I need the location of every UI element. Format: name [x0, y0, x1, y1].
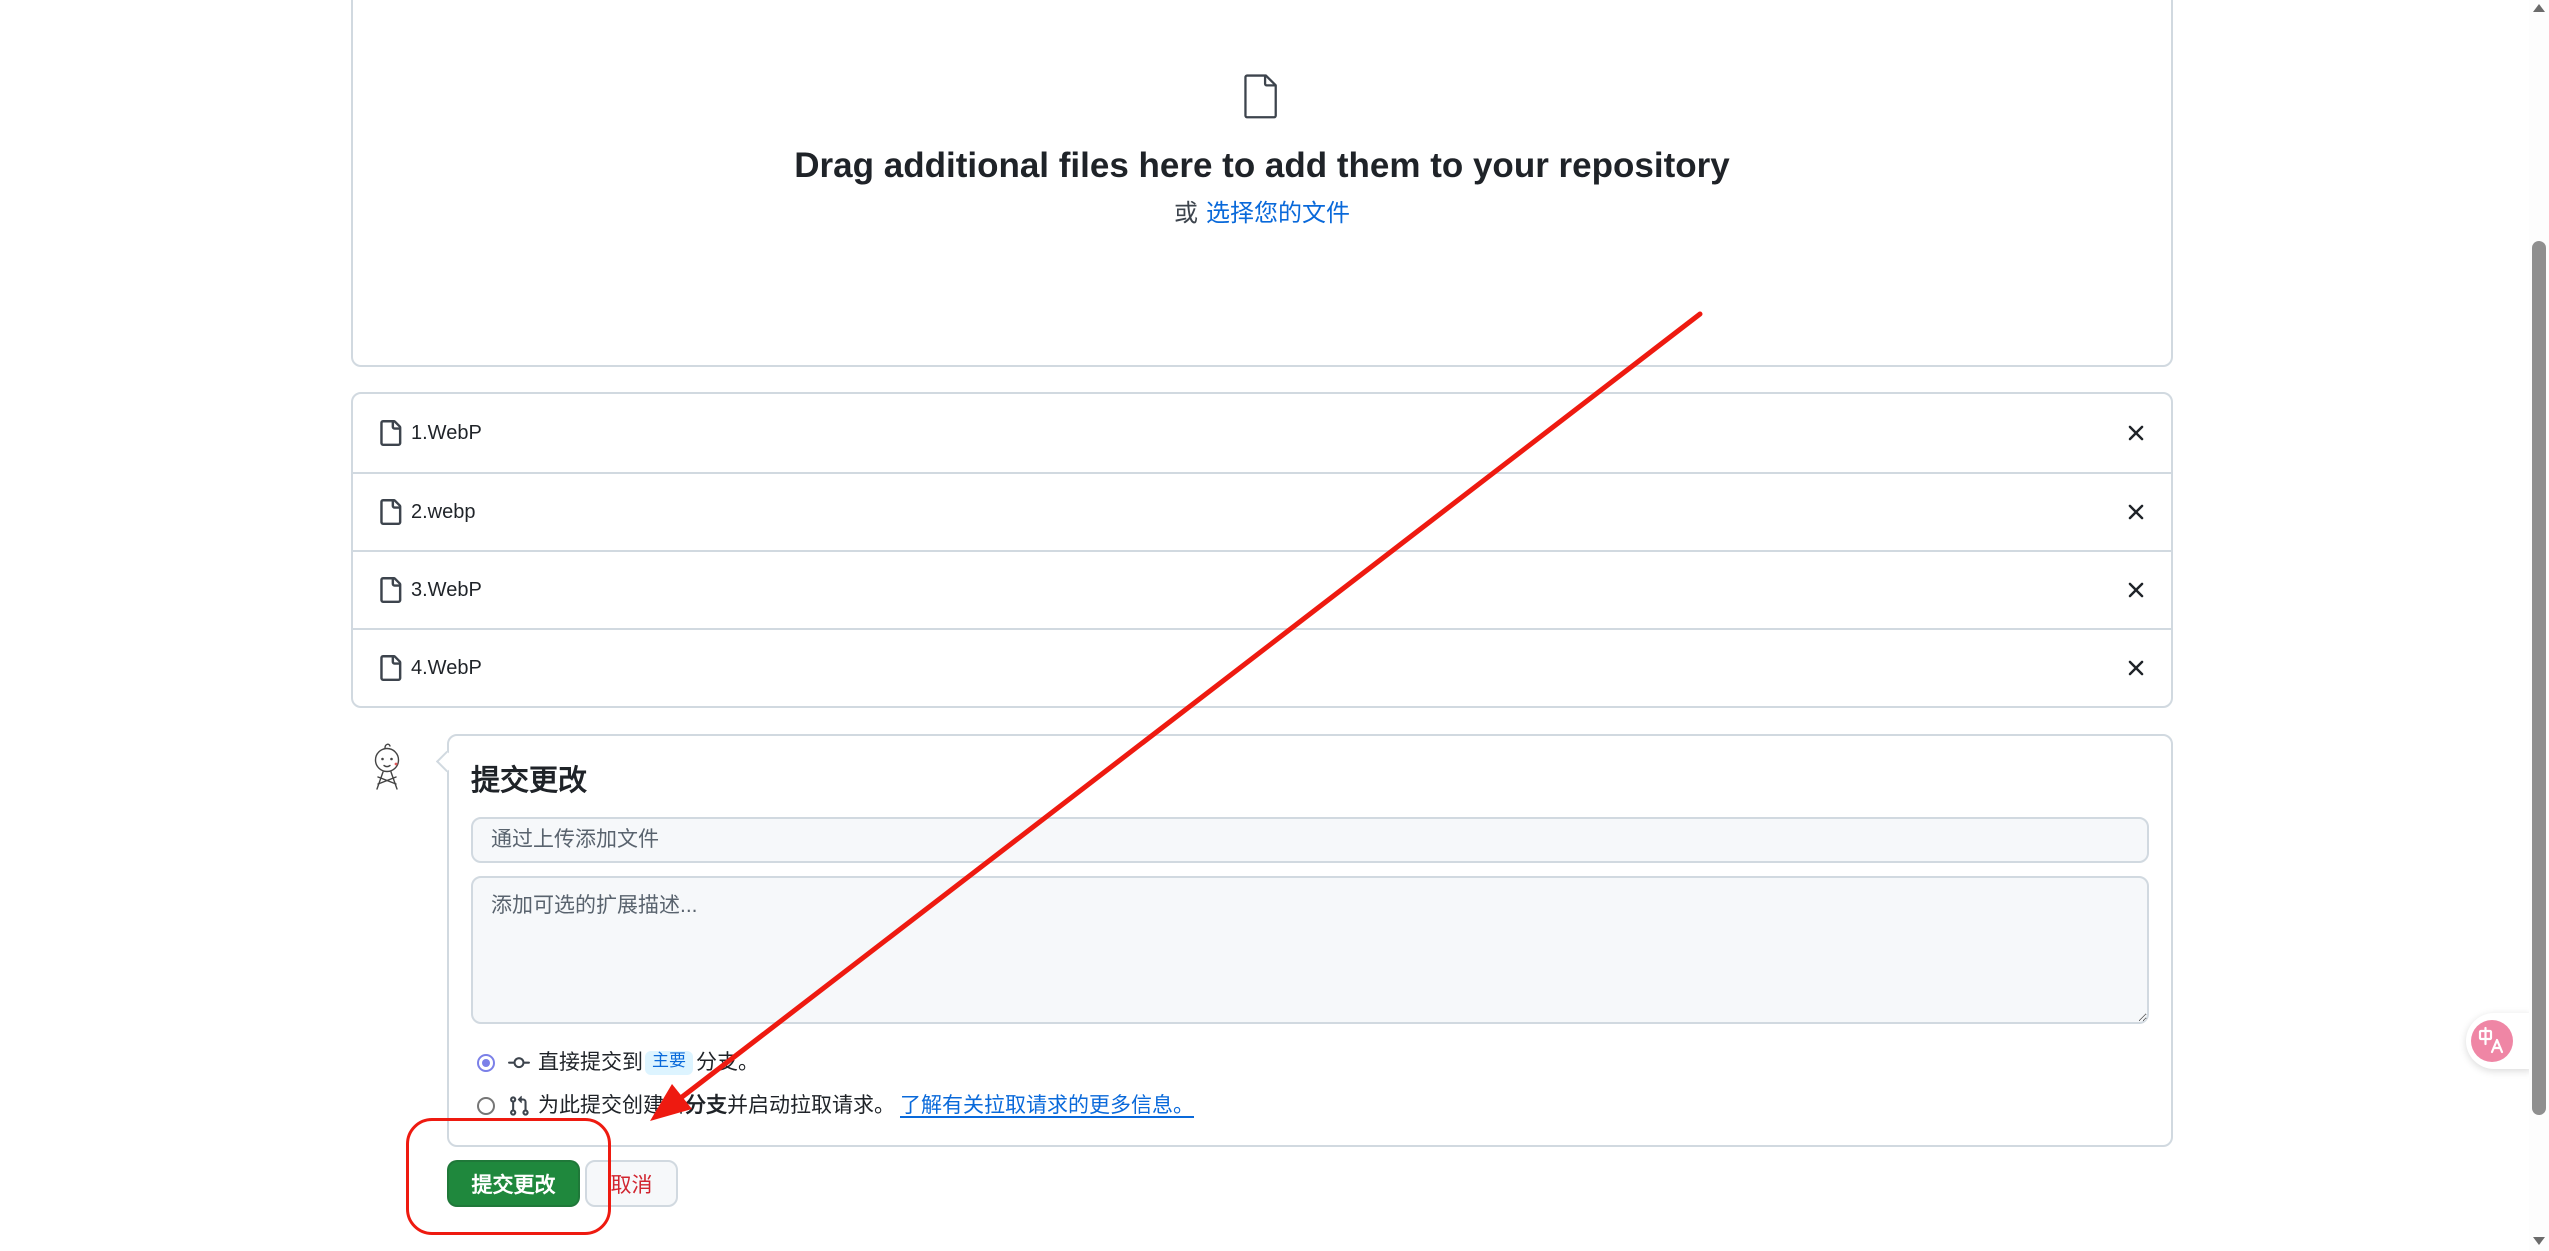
- option-text-bold: 分支: [685, 1094, 727, 1117]
- learn-pull-requests-link[interactable]: 了解有关拉取请求的更多信息。: [900, 1091, 1194, 1121]
- file-icon: [377, 420, 403, 446]
- x-icon[interactable]: [2123, 655, 2149, 681]
- file-row: 2.webp: [353, 472, 2171, 550]
- file-icon: [1243, 73, 1279, 119]
- option-text: 并启动拉取请求。: [727, 1094, 895, 1117]
- option-text: 为此提交创建新: [538, 1094, 685, 1117]
- x-icon[interactable]: [2123, 499, 2149, 525]
- commit-option-direct-label: 直接提交到 主要 分支。: [538, 1048, 759, 1078]
- commit-option-new-branch-label: 为此提交创建新 分支 并启动拉取请求。 了解有关拉取请求的更多信息。: [538, 1091, 1194, 1121]
- file-name: 4.WebP: [411, 657, 482, 679]
- option-text: 直接提交到: [538, 1051, 643, 1074]
- file-icon: [377, 499, 403, 525]
- git-commit-icon: [508, 1052, 530, 1074]
- commit-title: 提交更改: [471, 765, 588, 797]
- radio-commit-new-branch[interactable]: [477, 1097, 495, 1115]
- uploaded-file-list: 1.WebP 2.webp 3.WebP 4.WebP: [351, 392, 2173, 708]
- file-row: 1.WebP: [353, 394, 2171, 472]
- dropzone-heading: Drag additional files here to add them t…: [794, 146, 1730, 185]
- commit-summary-input[interactable]: [471, 817, 2149, 863]
- scrollbar-thumb[interactable]: [2532, 241, 2546, 1115]
- file-dropzone[interactable]: Drag additional files here to add them t…: [351, 0, 2173, 367]
- scroll-up-arrow-icon[interactable]: [2533, 4, 2545, 12]
- radio-commit-direct[interactable]: [477, 1054, 495, 1072]
- commit-changes-button[interactable]: 提交更改: [447, 1160, 580, 1207]
- commit-changes-panel: 提交更改 直接提交到 主要 分支。 为此提交创建新分支并启动拉取请求。 了解有关…: [435, 734, 2173, 1147]
- file-icon: [377, 577, 403, 603]
- option-text: 分支。: [696, 1051, 759, 1074]
- git-pull-request-icon: [508, 1095, 530, 1117]
- file-name: 3.WebP: [411, 579, 482, 601]
- commit-option-new-branch[interactable]: 为此提交创建新 分支 并启动拉取请求。 了解有关拉取请求的更多信息。: [449, 1091, 1749, 1121]
- commit-option-direct[interactable]: 直接提交到 主要 分支。: [449, 1048, 1749, 1078]
- file-icon: [377, 655, 403, 681]
- choose-files-link[interactable]: 选择您的文件: [1206, 200, 1350, 227]
- branch-name-badge: 主要: [645, 1051, 693, 1075]
- comment-caret: [435, 750, 458, 773]
- translate-icon[interactable]: [2471, 1020, 2513, 1062]
- scroll-down-arrow-icon[interactable]: [2533, 1237, 2545, 1245]
- file-row: 3.WebP: [353, 550, 2171, 628]
- commit-description-textarea[interactable]: [471, 876, 2149, 1024]
- cancel-button[interactable]: 取消: [585, 1160, 678, 1207]
- x-icon[interactable]: [2123, 577, 2149, 603]
- x-icon[interactable]: [2123, 420, 2149, 446]
- file-name: 1.WebP: [411, 422, 482, 444]
- dropzone-subtext: 或选择您的文件: [353, 199, 2171, 229]
- vertical-scrollbar[interactable]: [2529, 0, 2549, 1251]
- avatar-sketch-icon[interactable]: [363, 740, 411, 792]
- or-text: 或: [1174, 200, 1198, 227]
- file-name: 2.webp: [411, 501, 476, 523]
- file-row: 4.WebP: [353, 628, 2171, 706]
